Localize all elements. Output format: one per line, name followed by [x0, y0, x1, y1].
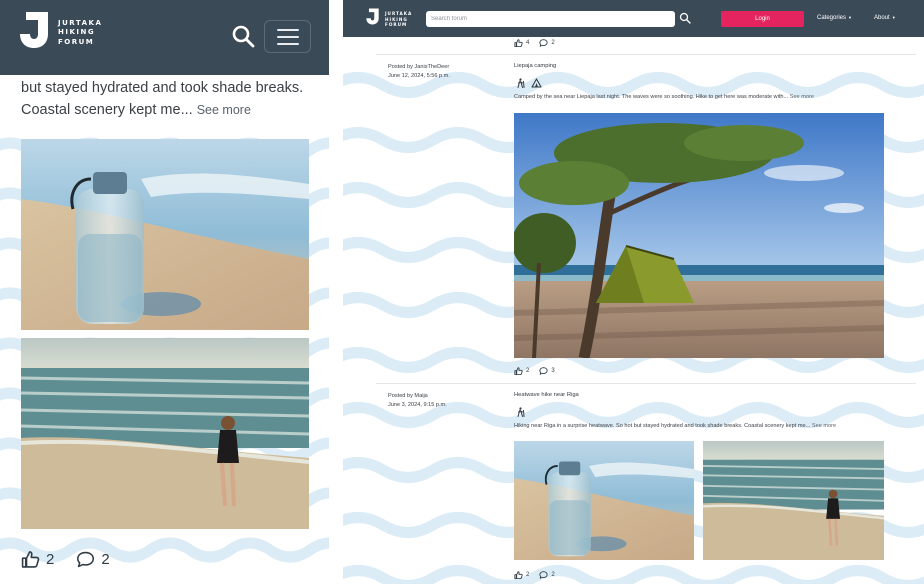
- logo-line-2: HIKING: [58, 28, 96, 37]
- search-icon[interactable]: [231, 24, 255, 48]
- post-category-icons: [516, 407, 526, 417]
- post-author: Posted by JanisTheDeer: [388, 64, 450, 70]
- logo-j-icon[interactable]: [17, 10, 51, 50]
- nav-categories-dropdown[interactable]: Categories ▼: [817, 15, 852, 21]
- logo-line-3: FORUM: [58, 37, 95, 46]
- comment-count: 3: [551, 368, 555, 374]
- logo-line-3: FORUM: [385, 22, 408, 28]
- hiking-icon: [517, 407, 525, 417]
- like-count: 2: [526, 572, 530, 578]
- post-meta: Posted by JanisTheDeer June 12, 2024, 5:…: [388, 63, 450, 81]
- nav-about-dropdown[interactable]: About ▼: [874, 15, 896, 21]
- post-divider: [376, 383, 916, 384]
- thumbs-up-icon: [514, 39, 523, 47]
- post-photo-bottle[interactable]: [21, 139, 309, 330]
- nav-about-label: About: [874, 15, 890, 21]
- post-excerpt: but stayed hydrated and took shade break…: [21, 77, 321, 121]
- like-count: 2: [526, 368, 530, 374]
- like-button[interactable]: 2: [514, 571, 529, 579]
- comment-button[interactable]: 3: [539, 367, 555, 375]
- logo-text: JURTAKA HIKING FORUM: [58, 19, 102, 47]
- post-divider: [376, 54, 916, 55]
- post-photo-camping[interactable]: [514, 113, 884, 358]
- mobile-view: JURTAKA HIKING FORUM but stayed hydrated…: [0, 0, 329, 584]
- camping-tent-icon: [531, 78, 542, 88]
- see-more-link[interactable]: See more: [197, 103, 251, 117]
- post-body: Hiking near Riga in a surprise heatwave.…: [514, 423, 836, 429]
- comment-count: 2: [101, 550, 110, 568]
- tent-under-tree-image: [514, 113, 884, 358]
- comment-bubble-icon: [539, 367, 548, 375]
- hiking-icon: [517, 78, 525, 88]
- nav-categories-label: Categories: [817, 15, 847, 21]
- post-meta: Posted by Maija June 3, 2024, 9:15 p.m.: [388, 392, 447, 410]
- like-count: 2: [46, 550, 55, 568]
- desktop-view: JURTAKA HIKING FORUM Login Categories▼ A…: [343, 0, 924, 584]
- thumbs-up-icon: [514, 367, 523, 375]
- reaction-bar: 4 2: [514, 39, 555, 47]
- search-input[interactable]: [426, 11, 675, 27]
- chevron-down-icon: ▼: [891, 15, 896, 20]
- logo-line-1: JURTAKA: [385, 11, 413, 16]
- post-body-text: Camped by the sea near Liepaja last nigh…: [514, 94, 789, 100]
- comment-count: 2: [551, 40, 555, 46]
- hamburger-line: [276, 42, 299, 45]
- post-photo-bottle[interactable]: [514, 441, 694, 560]
- thumbs-up-icon: [514, 571, 523, 579]
- post-author: Posted by Maija: [388, 393, 428, 399]
- logo-j-icon[interactable]: [365, 7, 380, 26]
- post-date: June 3, 2024, 9:15 p.m.: [388, 402, 447, 408]
- bottle-on-beach-image: [21, 139, 309, 330]
- post-title[interactable]: Liepaja camping: [514, 63, 556, 69]
- post-category-icons: [516, 78, 542, 88]
- logo-line-1: JURTAKA: [58, 19, 103, 27]
- hamburger-menu-button[interactable]: [264, 20, 311, 53]
- desktop-header: JURTAKA HIKING FORUM Login Categories▼ A…: [343, 0, 924, 37]
- reaction-bar: 2 2: [514, 571, 555, 579]
- comment-bubble-icon: [539, 571, 548, 579]
- post-photo-beach-walk[interactable]: [703, 441, 884, 560]
- woman-walking-beach-image: [21, 338, 309, 529]
- comment-button[interactable]: 2: [76, 550, 110, 568]
- hamburger-line: [276, 28, 299, 31]
- post-date: June 12, 2024, 5:56 p.m.: [388, 73, 450, 79]
- comment-button[interactable]: 2: [539, 571, 555, 579]
- post-body: Camped by the sea near Liepaja last nigh…: [514, 94, 814, 100]
- post-excerpt-text: but stayed hydrated and took shade break…: [21, 80, 304, 118]
- see-more-link[interactable]: See more: [812, 423, 836, 429]
- post-photo-beach-walk[interactable]: [21, 338, 309, 529]
- like-count: 4: [526, 40, 530, 46]
- woman-walking-beach-image: [703, 441, 884, 560]
- thumbs-up-icon: [21, 551, 40, 568]
- hamburger-line: [276, 35, 299, 38]
- comment-bubble-icon: [77, 551, 95, 567]
- reaction-bar: 2 3: [514, 367, 555, 375]
- chevron-down-icon: ▼: [848, 15, 852, 20]
- comment-bubble-icon: [539, 39, 548, 47]
- logo-text: JURTAKA HIKING FORUM: [385, 11, 412, 28]
- like-button[interactable]: 2: [514, 367, 529, 375]
- comment-count: 2: [551, 572, 555, 578]
- mobile-header: JURTAKA HIKING FORUM: [0, 0, 329, 75]
- comment-button[interactable]: 2: [539, 39, 555, 47]
- see-more-link[interactable]: See more: [790, 94, 814, 100]
- reaction-bar: 2 2: [21, 550, 110, 568]
- search-icon[interactable]: [679, 12, 691, 24]
- post-body-text: Hiking near Riga in a surprise heatwave.…: [514, 423, 811, 429]
- post-title[interactable]: Heatwave hike near Riga: [514, 392, 579, 398]
- like-button[interactable]: 2: [21, 550, 54, 568]
- bottle-on-beach-image: [514, 441, 694, 560]
- login-button[interactable]: Login: [721, 11, 804, 27]
- like-button[interactable]: 4: [514, 39, 529, 47]
